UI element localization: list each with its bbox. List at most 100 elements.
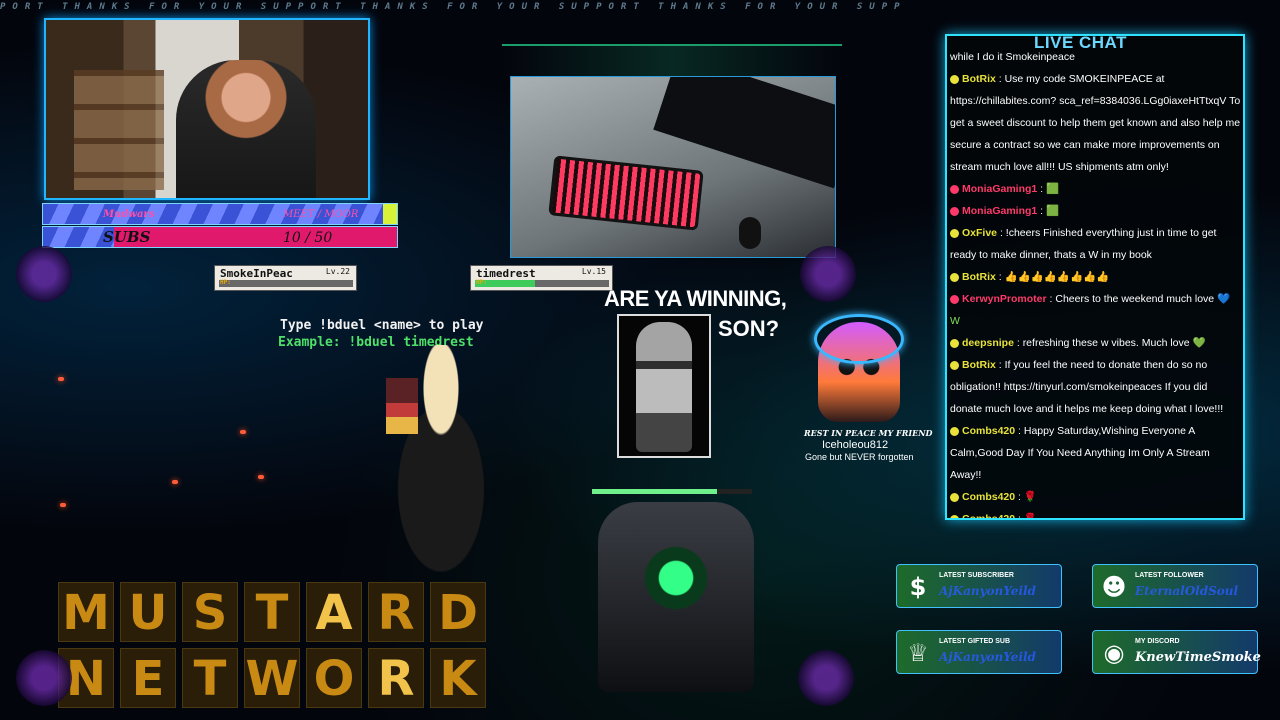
discord-icon: ◉ — [1103, 639, 1125, 667]
player-hp-bar: HP: — [475, 279, 609, 287]
user-badge-icon — [950, 492, 959, 502]
emote-icon: 🟩 — [1043, 183, 1060, 195]
follower-goal-end — [383, 204, 397, 224]
latest-subscriber-alert: $ LATEST SUBSCRIBER AjKanyonYeild — [896, 564, 1062, 608]
meme-caption-line1: ARE YA WINNING, — [604, 286, 787, 311]
emote-icon: 👍👍👍👍👍👍👍👍 — [1001, 271, 1110, 283]
chat-username[interactable]: MoniaGaming1 — [962, 205, 1037, 217]
user-badge-icon — [950, 294, 959, 304]
user-badge-icon — [950, 338, 959, 348]
chat-message: Combs420 : Happy Saturday,Wishing Everyo… — [950, 420, 1242, 486]
chat-username[interactable]: OxFive — [962, 227, 997, 239]
user-badge-icon — [950, 228, 959, 238]
user-badge-icon — [950, 360, 959, 370]
users-icon: ☻ — [1101, 573, 1127, 601]
support-ticker: PORT THANKS FOR YOUR SUPPORT THANKS FOR … — [0, 2, 900, 12]
logo-letter: K — [430, 648, 486, 708]
player-hp-bar: HP: — [219, 279, 353, 287]
discord-alert[interactable]: ◉ MY DISCORD KnewTimeSmoke — [1092, 630, 1261, 674]
chat-username[interactable]: Combs420 — [962, 491, 1015, 503]
alert-label: LATEST GIFTED SUB — [939, 638, 1011, 645]
follower-goal-label: Mudwars — [103, 209, 155, 220]
chat-username[interactable]: Combs420 — [962, 425, 1015, 437]
chat-title: LIVE CHAT — [1034, 33, 1127, 52]
chat-username[interactable]: KerwynPromoter — [962, 293, 1047, 305]
memorial-caption: REST IN PEACE MY FRIEND — [804, 428, 933, 438]
chat-text: : Cheers to the weekend much love — [1046, 293, 1215, 305]
duel-instructions: Type !bduel <name> to play — [280, 318, 484, 333]
boss-image — [598, 502, 754, 692]
subs-goal-label: SUBS — [103, 228, 151, 246]
chat-username[interactable]: Combs420 — [962, 513, 1015, 518]
logo-row-1: MUSTARD — [58, 582, 550, 642]
chat-message: Combs420 : 🌹 — [950, 508, 1242, 520]
boss-hp-bar — [592, 489, 752, 494]
follower-goal-bar: Mudwars MEET / MOOR — [42, 203, 398, 225]
player-level: Lv.15 — [581, 267, 606, 276]
chat-username[interactable]: BotRix — [962, 359, 996, 371]
webcam-feed — [44, 18, 370, 200]
chat-username[interactable]: deepsnipe — [962, 337, 1014, 349]
player-level: Lv.22 — [325, 267, 350, 276]
demon-decoration-icon — [16, 246, 72, 302]
shelf-image — [74, 70, 164, 190]
alert-value: AjKanyonYeild — [939, 584, 1036, 598]
logo-letter: W — [244, 648, 300, 708]
alert-label: LATEST FOLLOWER — [1135, 572, 1204, 579]
alert-label: MY DISCORD — [1135, 638, 1180, 645]
follower-goal-count: MEET / MOOR — [283, 209, 359, 220]
ember-particle — [60, 503, 66, 507]
user-badge-icon — [950, 426, 959, 436]
chat-username[interactable]: BotRix — [962, 271, 996, 283]
alert-value: EternalOldSoul — [1135, 584, 1239, 598]
logo-letter: M — [58, 582, 114, 642]
subs-goal-count: 10 / 50 — [283, 230, 333, 246]
emote-icon: 💚 — [1189, 337, 1206, 349]
chat-messages[interactable]: while I do it Smokeinpeace BotRix : Use m… — [950, 46, 1242, 520]
chat-message: deepsnipe : refreshing these w vibes. Mu… — [950, 332, 1242, 354]
pixel-sprite-image — [386, 378, 418, 434]
mouse-image — [739, 217, 761, 249]
logo-letter: T — [182, 648, 238, 708]
keyboard-image — [548, 155, 704, 231]
hp-label: HP: — [476, 279, 487, 286]
chat-username[interactable]: BotRix — [962, 73, 996, 85]
player-card-1: SmokeInPeac Lv.22 HP: — [214, 265, 357, 291]
chat-message: BotRix : 👍👍👍👍👍👍👍👍 — [950, 266, 1242, 288]
logo-letter: R — [368, 648, 424, 708]
chat-text: : refreshing these w vibes. Much love — [1013, 337, 1190, 349]
logo-letter: S — [182, 582, 238, 642]
dollar-icon: $ — [909, 573, 927, 601]
latest-gifted-sub-alert: ♕ LATEST GIFTED SUB AjKanyonYeild — [896, 630, 1062, 674]
user-badge-icon — [950, 514, 959, 518]
live-chat-panel: while I do it Smokeinpeace BotRix : Use m… — [945, 34, 1245, 520]
meme-caption-line2: SON? — [718, 316, 780, 341]
logo-letter: T — [244, 582, 300, 642]
memorial-subtitle: Gone but NEVER forgotten — [805, 452, 914, 462]
player-name: SmokeInPeac — [220, 267, 293, 280]
user-badge-icon — [950, 184, 959, 194]
logo-letter: A — [306, 582, 362, 642]
mustard-network-logo: MUSTARD NETWORK — [58, 582, 550, 714]
alert-value: AjKanyonYeild — [939, 650, 1036, 664]
ember-particle — [58, 377, 64, 381]
user-badge-icon — [950, 74, 959, 84]
emote-icon: 🌹 — [1020, 491, 1037, 503]
chat-message: OxFive : !cheers Finished everything jus… — [950, 222, 1242, 266]
crown-icon: ♕ — [907, 639, 929, 667]
chat-message: KerwynPromoter : Cheers to the weekend m… — [950, 288, 1242, 332]
hp-label: HP: — [220, 279, 231, 286]
desk-cam-frame — [502, 44, 842, 76]
desk-cam-feed — [510, 76, 836, 258]
chat-message: MoniaGaming1 : 🟩 — [950, 178, 1242, 200]
chat-text: : Use my code SMOKEINPEACE at https://ch… — [950, 73, 1241, 173]
mandalorian-image — [636, 322, 692, 452]
emote-icon: 🟩 — [1043, 205, 1060, 217]
demon-decoration-icon — [800, 246, 856, 302]
streamer-image — [176, 60, 316, 198]
chat-username[interactable]: MoniaGaming1 — [962, 183, 1037, 195]
demon-decoration-icon — [798, 650, 854, 706]
user-badge-icon — [950, 206, 959, 216]
emote-icon: 🌹 — [1020, 513, 1037, 520]
ember-particle — [172, 480, 178, 484]
